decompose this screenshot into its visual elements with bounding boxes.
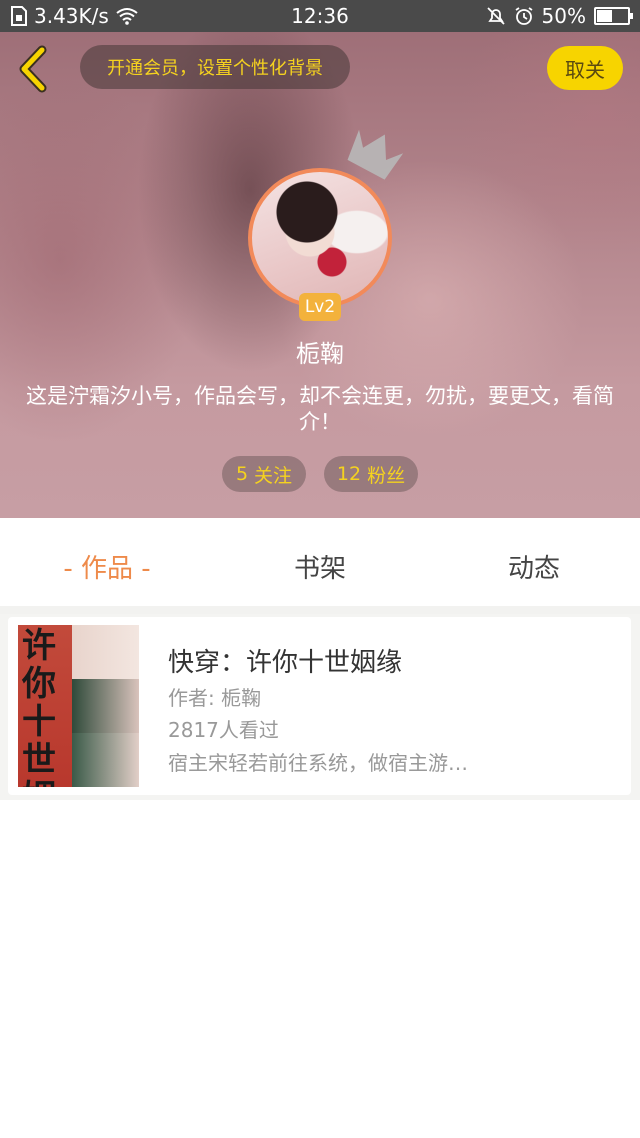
section-divider <box>0 606 640 614</box>
tab-works[interactable]: - 作品 - <box>50 548 164 585</box>
fans-label: 粉丝 <box>367 464 406 487</box>
battery-fill <box>597 10 612 22</box>
book-cover[interactable]: 许你十世姻缘 <box>18 625 139 787</box>
book-title[interactable]: 快穿：许你十世姻缘 <box>168 642 402 679</box>
avatar[interactable] <box>248 168 392 308</box>
status-right: 50% <box>486 4 633 28</box>
book-description: 宿主宋轻若前往系统，做宿主游… <box>168 751 468 775</box>
alarm-icon <box>515 7 533 25</box>
username: 栀鞠 <box>296 340 344 368</box>
mute-icon <box>486 7 505 25</box>
user-bio: 这是泞霜汐小号，作品会写，却不会连更，勿扰，要更文，看简介！ <box>26 384 614 434</box>
level-badge: Lv2 <box>299 293 341 321</box>
cover-title: 许你十世姻缘 <box>22 626 56 787</box>
tab-bookshelf[interactable]: 书架 <box>270 548 370 585</box>
book-author: 作者: 栀鞠 <box>168 686 262 710</box>
status-bar: 3.43K/s 12:36 50% <box>0 0 640 32</box>
vip-promo-banner[interactable]: 开通会员，设置个性化背景 <box>80 45 350 89</box>
tab-activity[interactable]: 动态 <box>484 548 584 585</box>
fans-stat[interactable]: 12 粉丝 <box>324 456 418 492</box>
profile-tabs: - 作品 - 书架 动态 <box>0 518 640 606</box>
cover-portrait-3 <box>72 733 139 787</box>
book-views: 2817人看过 <box>168 718 279 742</box>
unfollow-button[interactable]: 取关 <box>547 46 623 90</box>
fans-count: 12 <box>336 463 362 485</box>
back-button[interactable] <box>14 44 54 94</box>
battery-percent: 50% <box>541 4 586 28</box>
following-label: 关注 <box>254 464 293 487</box>
profile-header: 3.43K/s 12:36 50% 开通会员，设置个性化背景 取关 Lv2 栀鞠… <box>0 0 640 518</box>
following-stat[interactable]: 5 关注 <box>222 456 306 492</box>
cover-portrait-1 <box>72 625 139 679</box>
following-count: 5 <box>235 463 249 485</box>
cover-portrait-2 <box>72 679 139 733</box>
battery-icon <box>594 7 633 25</box>
back-chevron-icon <box>19 45 47 93</box>
